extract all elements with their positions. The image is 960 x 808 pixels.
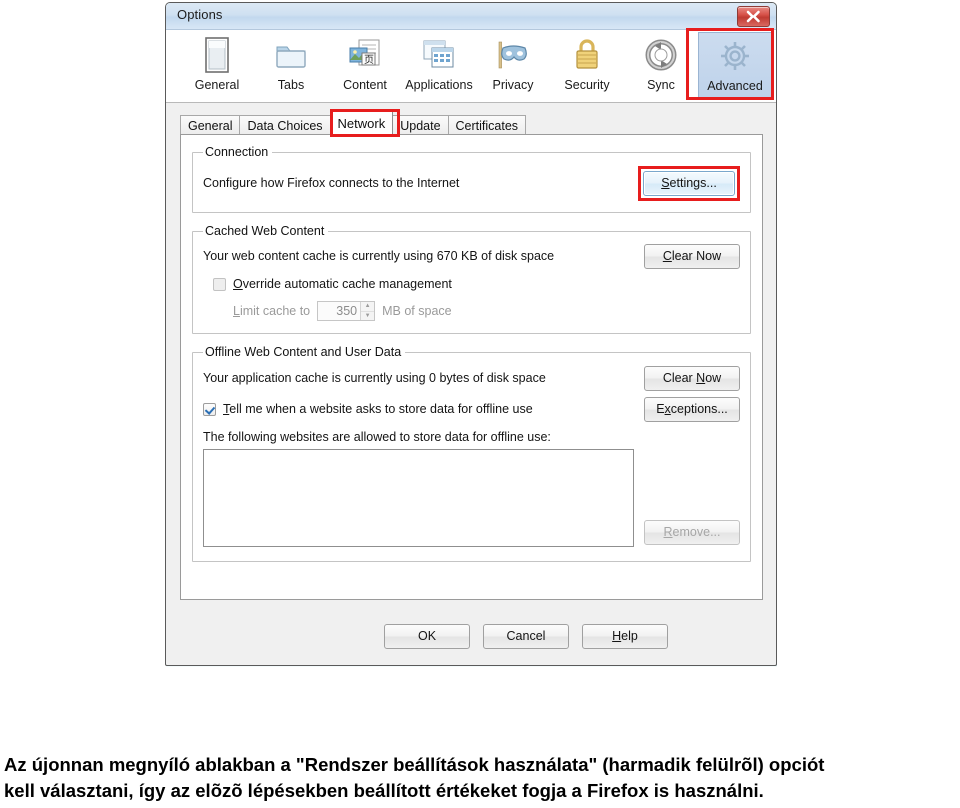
exceptions-button[interactable]: Exceptions...: [644, 396, 740, 422]
cached-web-content-group: Cached Web Content Your web content cach…: [192, 224, 751, 334]
connection-description: Configure how Firefox connects to the In…: [203, 176, 460, 190]
content-page-icon: 页: [347, 32, 383, 76]
toolbar-label-content: Content: [343, 78, 387, 92]
toolbar-item-sync[interactable]: Sync: [624, 32, 698, 100]
stepper-up-icon[interactable]: ▲: [361, 302, 375, 312]
clear-cache-button[interactable]: Clear Now: [644, 243, 740, 269]
cache-usage-text: Your web content cache is currently usin…: [203, 249, 555, 263]
toolbar-label-tabs: Tabs: [277, 78, 305, 92]
tab-network[interactable]: Network: [329, 111, 394, 135]
network-panel: Connection Configure how Firefox connect…: [180, 134, 763, 600]
tabs-folder-icon: [274, 32, 308, 76]
caption-line-2: kell választani, így az elõzõ lépésekben…: [4, 780, 764, 801]
caption-text: Az újonnan megnyíló ablakban a "Rendszer…: [4, 752, 954, 804]
category-toolbar: General Tabs 页 Content Applications Priv…: [166, 30, 776, 103]
settings-button-accel: S: [661, 175, 670, 190]
ok-button[interactable]: OK: [384, 624, 470, 649]
advanced-tab-strip: General Data Choices Network Update Cert…: [180, 109, 776, 137]
exceptions-accel: x: [664, 401, 671, 416]
toolbar-item-applications[interactable]: Applications: [402, 32, 476, 100]
general-window-icon: [202, 32, 232, 76]
toolbar-item-security[interactable]: Security: [550, 32, 624, 100]
allowed-sites-listbox[interactable]: [203, 449, 634, 547]
toolbar-item-tabs[interactable]: Tabs: [254, 32, 328, 100]
tab-data-choices[interactable]: Data Choices: [239, 115, 331, 135]
cache-limit-arrows[interactable]: ▲ ▼: [360, 302, 375, 321]
override-cache-label: Override automatic cache management: [233, 277, 452, 291]
offline-content-group: Offline Web Content and User Data Your a…: [192, 345, 751, 562]
clear-cache-accel: C: [662, 248, 672, 263]
cached-web-content-legend: Cached Web Content: [205, 224, 325, 238]
toolbar-label-applications: Applications: [405, 78, 473, 92]
tell-me-label: Tell me when a website asks to store dat…: [223, 402, 533, 416]
override-cache-checkbox[interactable]: [213, 277, 226, 291]
clear-cache-label: lear Now: [671, 248, 722, 263]
toolbar-item-content[interactable]: 页 Content: [328, 32, 402, 100]
privacy-mask-icon: [495, 32, 531, 76]
dialog-button-bar: OK Cancel Help: [166, 624, 776, 649]
clear-offline-button[interactable]: Clear Now: [644, 365, 740, 391]
options-dialog: Options General Tabs 页 Content Applicati…: [165, 2, 777, 666]
toolbar-label-privacy: Privacy: [492, 78, 534, 92]
cache-limit-stepper[interactable]: 350 ▲ ▼: [317, 301, 376, 321]
toolbar-item-advanced[interactable]: Advanced: [698, 32, 772, 100]
stepper-down-icon[interactable]: ▼: [361, 312, 374, 321]
offline-usage-text: Your application cache is currently usin…: [203, 371, 546, 385]
tab-certificates[interactable]: Certificates: [447, 115, 527, 135]
close-button[interactable]: [737, 6, 770, 27]
tab-update[interactable]: Update: [392, 115, 449, 135]
title-bar[interactable]: Options: [166, 3, 776, 30]
limit-cache-label: Limit cache to: [233, 304, 311, 318]
cache-limit-value: 350: [336, 304, 358, 318]
help-button[interactable]: Help: [582, 624, 668, 649]
toolbar-item-general[interactable]: General: [180, 32, 254, 100]
toolbar-label-sync: Sync: [647, 78, 675, 92]
close-x-icon: [746, 10, 760, 23]
sync-arrows-icon: [644, 32, 678, 76]
clear-offline-accel: N: [696, 370, 706, 385]
applications-icon: [422, 32, 456, 76]
settings-button-label: ettings...: [669, 175, 717, 190]
limit-cache-units: MB of space: [382, 304, 452, 318]
offline-content-legend: Offline Web Content and User Data: [205, 345, 402, 359]
caption-line-1: Az újonnan megnyíló ablakban a "Rendszer…: [4, 754, 825, 775]
advanced-gear-icon: [717, 33, 753, 77]
remove-accel: R: [663, 525, 673, 539]
toolbar-label-general: General: [194, 78, 240, 92]
remove-site-button[interactable]: Remove...: [644, 520, 740, 545]
allowed-sites-label: The following websites are allowed to st…: [203, 430, 551, 444]
svg-text:页: 页: [364, 54, 374, 66]
tab-general[interactable]: General: [180, 115, 241, 135]
tell-me-checkbox[interactable]: [203, 402, 216, 416]
security-padlock-icon: [573, 32, 601, 76]
toolbar-label-security: Security: [564, 78, 610, 92]
toolbar-item-privacy[interactable]: Privacy: [476, 32, 550, 100]
settings-button-highlight-box: Settings...: [638, 165, 740, 201]
settings-button[interactable]: Settings...: [643, 170, 735, 196]
toolbar-label-advanced: Advanced: [707, 79, 763, 93]
window-title: Options: [177, 7, 223, 22]
connection-legend: Connection: [205, 145, 269, 159]
cancel-button[interactable]: Cancel: [483, 624, 569, 649]
connection-group: Connection Configure how Firefox connect…: [192, 145, 751, 213]
